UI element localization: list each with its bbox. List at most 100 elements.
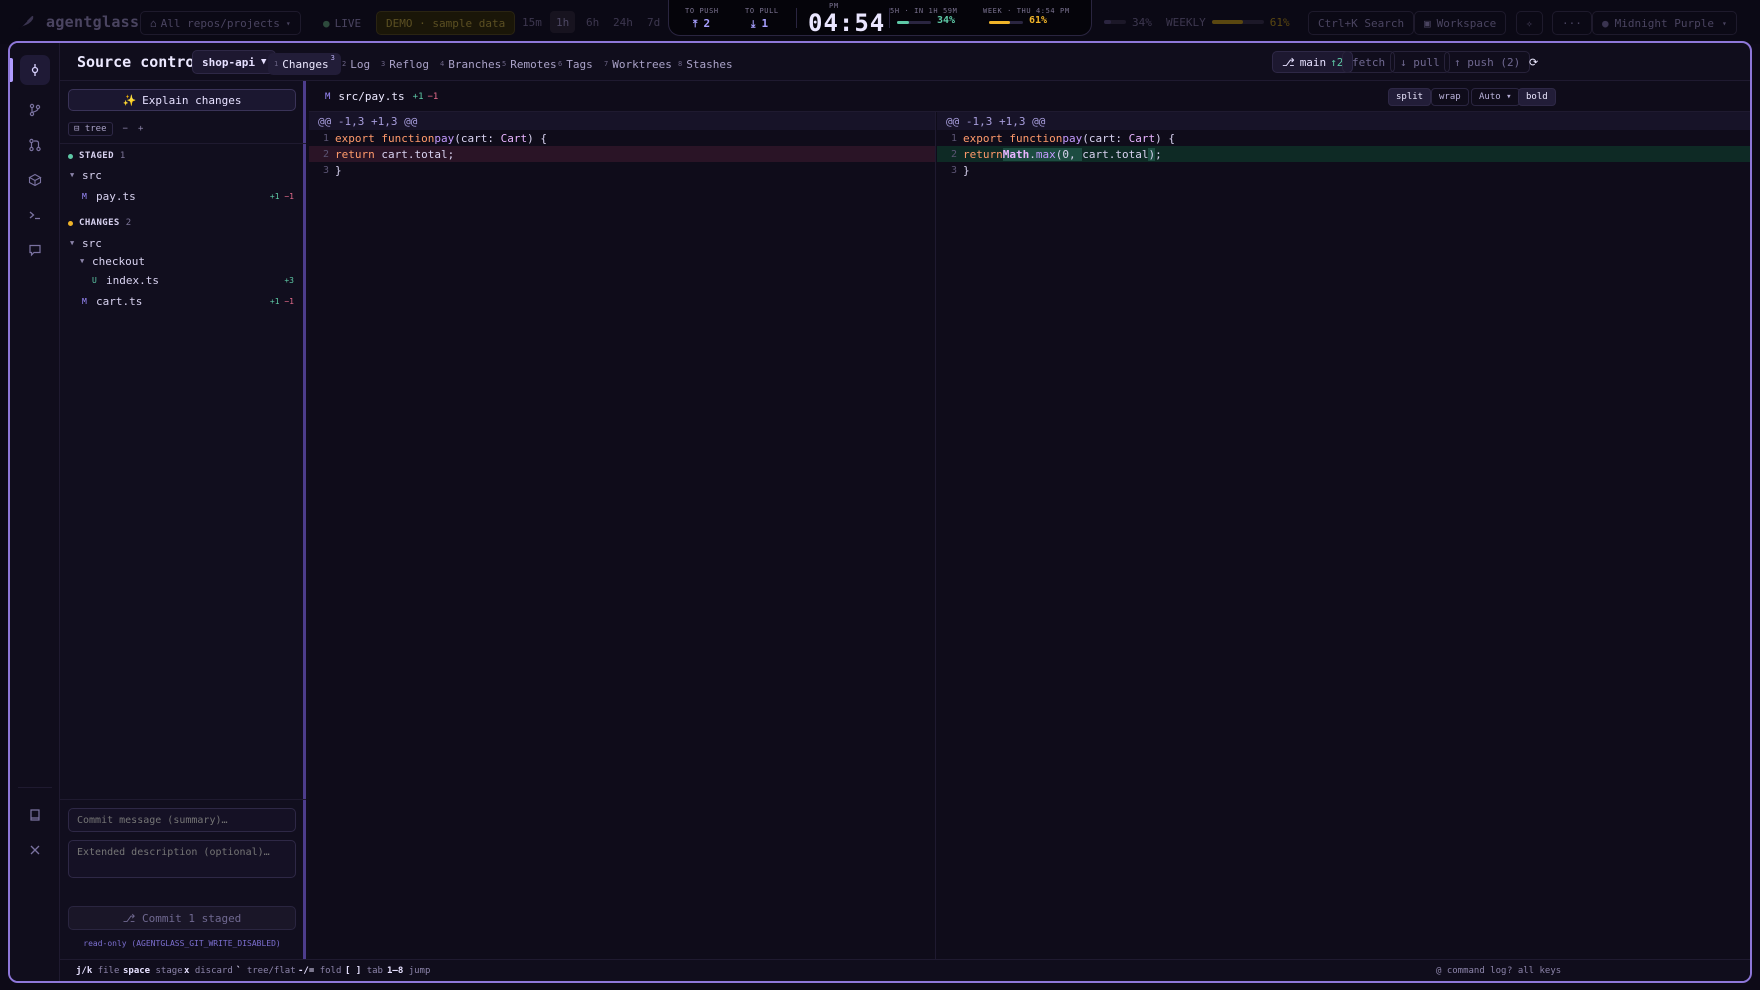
search-button[interactable]: Ctrl+K Search: [1308, 11, 1415, 35]
pull-requests-view-button[interactable]: [20, 130, 50, 160]
file-row-pay-ts[interactable]: M pay.ts +1 −1: [60, 187, 300, 205]
key: x: [184, 966, 190, 976]
more-button[interactable]: ···: [1552, 11, 1592, 35]
expand-all-button[interactable]: +: [138, 124, 143, 134]
tab-label: Tags: [566, 57, 593, 71]
changes-section-header[interactable]: CHANGES 2: [68, 218, 132, 228]
brand-name: agentglass: [46, 13, 140, 31]
tab-stashes[interactable]: 8 Stashes: [672, 53, 739, 75]
sparkle-button[interactable]: ✧: [1516, 11, 1543, 35]
tab-number: 3: [381, 60, 386, 68]
tree-toggle-label: tree: [84, 124, 107, 134]
split-toggle[interactable]: split: [1388, 88, 1432, 106]
key-hint: 1–8 jump: [387, 966, 430, 976]
pull-button[interactable]: ↓ pull: [1390, 51, 1450, 73]
collapse-all-button[interactable]: −: [123, 124, 128, 134]
command-log-link[interactable]: @ command log: [1436, 966, 1506, 976]
range-7d[interactable]: 7d: [641, 11, 666, 33]
staged-section-header[interactable]: STAGED 1: [68, 151, 126, 161]
file-row-index-ts[interactable]: U index.ts +3: [60, 271, 300, 289]
commit-description-input[interactable]: [68, 840, 296, 878]
branch-icon: ⎇: [1282, 55, 1295, 69]
range-15m[interactable]: 15m: [516, 11, 548, 33]
key: `: [236, 966, 242, 976]
terminal-icon: [29, 211, 40, 220]
diff-file-status: M: [325, 91, 331, 102]
code-highlight: ): [1148, 147, 1156, 161]
changes-label: CHANGES: [79, 218, 120, 228]
branches-view-button[interactable]: [20, 95, 50, 125]
commit-view-button[interactable]: [20, 55, 50, 85]
repo-selector[interactable]: shop-api ▼: [192, 50, 277, 74]
diff-viewer: M src/pay.ts +1 −1 split wrap Auto ▾ bol…: [309, 81, 1750, 959]
weekly-bar: [1211, 20, 1264, 24]
folder-name: src: [82, 236, 102, 250]
packages-view-button[interactable]: [20, 165, 50, 195]
folder-row[interactable]: ▼ checkout: [60, 252, 300, 270]
terminal-view-button[interactable]: [20, 200, 50, 230]
file-row-cart-ts[interactable]: M cart.ts +1 −1: [60, 292, 300, 310]
branch-name: main: [1299, 55, 1327, 69]
range-6h[interactable]: 6h: [580, 11, 605, 33]
additions: +3: [284, 275, 294, 285]
code-function: max: [1035, 147, 1056, 161]
refresh-button[interactable]: ⟳: [1520, 51, 1547, 73]
code-function: pay: [434, 131, 455, 145]
branch-icon: [29, 103, 41, 117]
diff-deletions: −1: [427, 91, 439, 102]
session-bar: [897, 21, 931, 24]
diff-additions: +1: [412, 91, 424, 102]
weekly-percent: 61%: [1269, 15, 1290, 29]
code-highlight: (0,: [1055, 147, 1083, 161]
bold-toggle[interactable]: bold: [1518, 88, 1556, 106]
code-type: Cart: [500, 131, 528, 145]
range-24h[interactable]: 24h: [607, 11, 639, 33]
tree-icon: ⊟: [74, 124, 85, 134]
added-line: 2 return Math. max (0, cart.total);: [937, 146, 1750, 162]
tab-changes[interactable]: 1 Changes 3: [268, 53, 341, 75]
tab-tags[interactable]: 6 Tags: [552, 53, 599, 75]
icon-rail: [10, 43, 60, 981]
tab-reflog[interactable]: 3 Reflog: [375, 53, 435, 75]
tab-label: Remotes: [510, 57, 557, 71]
scope-selector[interactable]: ⌂ All repos/projects ▾: [140, 11, 301, 35]
commit-summary-input[interactable]: [68, 808, 296, 832]
range-1h[interactable]: 1h: [550, 11, 576, 33]
all-keys-link[interactable]: ? all keys: [1507, 966, 1561, 976]
wrap-toggle[interactable]: wrap: [1431, 88, 1469, 106]
explain-changes-button[interactable]: ✨ Explain changes: [68, 89, 296, 111]
file-name: index.ts: [106, 273, 159, 287]
key-desc: stage: [155, 966, 183, 976]
folder-row[interactable]: ▼ src: [60, 234, 300, 252]
theme-label: Midnight Purple: [1614, 16, 1714, 30]
weekly-label: WEEKLY: [1166, 15, 1206, 29]
changes-dot-icon: [68, 220, 73, 226]
docs-button[interactable]: [20, 800, 50, 830]
tab-worktrees[interactable]: 7 Worktrees: [598, 53, 678, 75]
to-push-stat: ⤒ 2: [693, 17, 710, 30]
to-push-label: TO PUSH: [685, 7, 719, 15]
deleted-line: 2 return cart.total;: [309, 146, 935, 162]
theme-selector[interactable]: ● Midnight Purple ▾: [1592, 11, 1737, 35]
auto-dropdown[interactable]: Auto ▾: [1471, 88, 1520, 106]
code-function: pay: [1062, 131, 1083, 145]
folder-row[interactable]: ▼ src: [60, 166, 300, 184]
code-type: Cart: [1128, 131, 1156, 145]
tab-log[interactable]: 2 Log: [336, 53, 376, 75]
code-keyword: return: [963, 147, 1003, 161]
tree-flat-toggle[interactable]: ⊟ tree: [68, 122, 113, 136]
line-number: 2: [322, 148, 329, 160]
to-push-value: 2: [703, 17, 711, 30]
page-title: Source control: [77, 53, 204, 71]
fetch-button[interactable]: fetch: [1342, 51, 1396, 73]
comments-view-button[interactable]: [20, 235, 50, 265]
staged-count: 1: [119, 151, 126, 161]
key-desc: fold: [319, 966, 342, 976]
code-line: 1 export function pay (cart: Cart) {: [309, 130, 935, 146]
live-dot-icon: ●: [323, 16, 330, 30]
close-panel-button[interactable]: [20, 835, 50, 865]
workspace-button[interactable]: ▣ Workspace: [1414, 11, 1507, 35]
line-number: 3: [950, 164, 957, 176]
push-button[interactable]: ↑ push (2): [1444, 51, 1531, 73]
commit-button[interactable]: ⎇ Commit 1 staged: [68, 906, 296, 930]
